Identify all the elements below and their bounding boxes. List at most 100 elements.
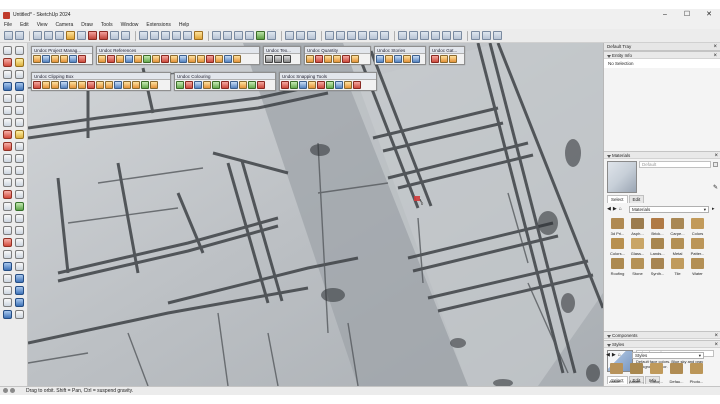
follow-me-icon[interactable]: [121, 31, 130, 40]
menu-camera[interactable]: Camera: [51, 22, 77, 28]
components-header[interactable]: Components ×: [604, 331, 720, 339]
swatch-item[interactable]: Carpe...: [668, 217, 687, 236]
swatch-item[interactable]: Assort...: [627, 362, 646, 384]
sample-paint-icon[interactable]: ✎: [713, 185, 719, 191]
toolbar-title[interactable]: Undoc Stories: [375, 47, 425, 54]
toolbar-title[interactable]: Undoc Tex...: [264, 47, 300, 54]
gat-icon[interactable]: [449, 55, 457, 63]
right-view-icon[interactable]: [358, 31, 367, 40]
push-pull-icon[interactable]: [15, 130, 24, 139]
swatch-item[interactable]: Photo...: [687, 362, 706, 384]
colour-icon[interactable]: [239, 81, 247, 89]
details-icon[interactable]: ▸: [712, 206, 715, 212]
ref-icon[interactable]: [134, 55, 142, 63]
materials-header[interactable]: Materials ×: [604, 151, 720, 159]
menu-window[interactable]: Window: [117, 22, 143, 28]
line-icon[interactable]: [3, 70, 12, 79]
save-icon[interactable]: [42, 55, 50, 63]
quantity-icon[interactable]: [342, 55, 350, 63]
zoom-icon[interactable]: [234, 31, 243, 40]
shape-tool-icon[interactable]: [55, 31, 64, 40]
offset-icon[interactable]: [15, 154, 24, 163]
references-toolbar[interactable]: Undoc References: [96, 46, 260, 65]
settings-icon[interactable]: [60, 55, 68, 63]
ref-icon[interactable]: [215, 55, 223, 63]
walk-icon[interactable]: [15, 238, 24, 247]
story-icon[interactable]: [412, 55, 420, 63]
lasso-icon[interactable]: [15, 46, 24, 55]
clip-icon[interactable]: [105, 81, 113, 89]
snap-icon[interactable]: [326, 81, 334, 89]
ref-icon[interactable]: [170, 55, 178, 63]
quantity-toolbar[interactable]: Undoc Quantity: [304, 46, 371, 65]
swatch-item[interactable]: Tile: [668, 257, 687, 276]
ref-icon[interactable]: [224, 55, 232, 63]
hidden-line-icon[interactable]: [420, 31, 429, 40]
position-camera-icon[interactable]: [3, 238, 12, 247]
ref-icon[interactable]: [152, 55, 160, 63]
three-point-arc-icon[interactable]: [3, 118, 12, 127]
menu-file[interactable]: File: [0, 22, 16, 28]
shaded-textures-icon[interactable]: [442, 31, 451, 40]
model-viewport[interactable]: Undoc Project Manag... Undoc References: [28, 43, 603, 386]
arc-icon[interactable]: [3, 106, 12, 115]
texture-toolbar[interactable]: Undoc Tex...: [263, 46, 301, 65]
forward-icon[interactable]: ▶: [612, 352, 616, 358]
user-account-icon[interactable]: [493, 31, 502, 40]
wireframe-icon[interactable]: [409, 31, 418, 40]
ref-icon[interactable]: [179, 55, 187, 63]
gat-icon[interactable]: [440, 55, 448, 63]
toolbar-title[interactable]: Undoc Gat...: [430, 47, 464, 54]
stories-toolbar[interactable]: Undoc Stories: [374, 46, 426, 65]
ref-icon[interactable]: [206, 55, 214, 63]
orbit-icon[interactable]: [15, 202, 24, 211]
home-icon[interactable]: ⌂: [618, 352, 621, 358]
quantity-icon[interactable]: [315, 55, 323, 63]
pie-icon[interactable]: [15, 118, 24, 127]
menu-extensions[interactable]: Extensions: [142, 22, 174, 28]
swatch-item[interactable]: Stone: [628, 257, 647, 276]
swatch-item[interactable]: Water: [688, 257, 707, 276]
clip-icon[interactable]: [114, 81, 122, 89]
material-name-input[interactable]: Default: [639, 161, 711, 168]
fog-icon[interactable]: [3, 310, 12, 319]
swatch-item[interactable]: Synth...: [648, 257, 667, 276]
freehand-icon[interactable]: [15, 70, 24, 79]
sandbox-icon[interactable]: [15, 250, 24, 259]
styles-library-select[interactable]: Styles ▾: [632, 352, 704, 359]
snap-icon[interactable]: [290, 81, 298, 89]
gat-icon[interactable]: [431, 55, 439, 63]
colour-icon[interactable]: [230, 81, 238, 89]
zoom-window-icon[interactable]: [3, 226, 12, 235]
snap-icon[interactable]: [281, 81, 289, 89]
3d-text-icon[interactable]: [15, 190, 24, 199]
toolbar-title[interactable]: Undoc Project Manag...: [32, 47, 92, 54]
swatch-item[interactable]: Metal: [668, 237, 687, 256]
section-plane-icon[interactable]: [285, 31, 294, 40]
monochrome-icon[interactable]: [453, 31, 462, 40]
texture-icon[interactable]: [265, 55, 273, 63]
snap-icon[interactable]: [308, 81, 316, 89]
eraser-icon[interactable]: [15, 31, 24, 40]
scale-icon[interactable]: [110, 31, 119, 40]
rotate-icon[interactable]: [99, 31, 108, 40]
select-tool-icon[interactable]: [4, 31, 13, 40]
axes-icon[interactable]: [183, 31, 192, 40]
story-icon[interactable]: [376, 55, 384, 63]
snap-icon[interactable]: [317, 81, 325, 89]
clip-icon[interactable]: [33, 81, 41, 89]
swatch-item[interactable]: Glass...: [628, 237, 647, 256]
section-plane-icon[interactable]: [3, 202, 12, 211]
text-icon[interactable]: [172, 31, 181, 40]
sphere-icon[interactable]: [15, 274, 24, 283]
clip-icon[interactable]: [42, 81, 50, 89]
swatch-item[interactable]: Lands...: [648, 237, 667, 256]
ref-icon[interactable]: [125, 55, 133, 63]
zoom-extents-icon[interactable]: [245, 31, 254, 40]
shadow-icon[interactable]: [15, 298, 24, 307]
section-cuts-icon[interactable]: [307, 31, 316, 40]
ref-icon[interactable]: [107, 55, 115, 63]
swatch-item[interactable]: Patter...: [688, 237, 707, 256]
scene-icon[interactable]: [3, 298, 12, 307]
zoom-icon[interactable]: [15, 214, 24, 223]
